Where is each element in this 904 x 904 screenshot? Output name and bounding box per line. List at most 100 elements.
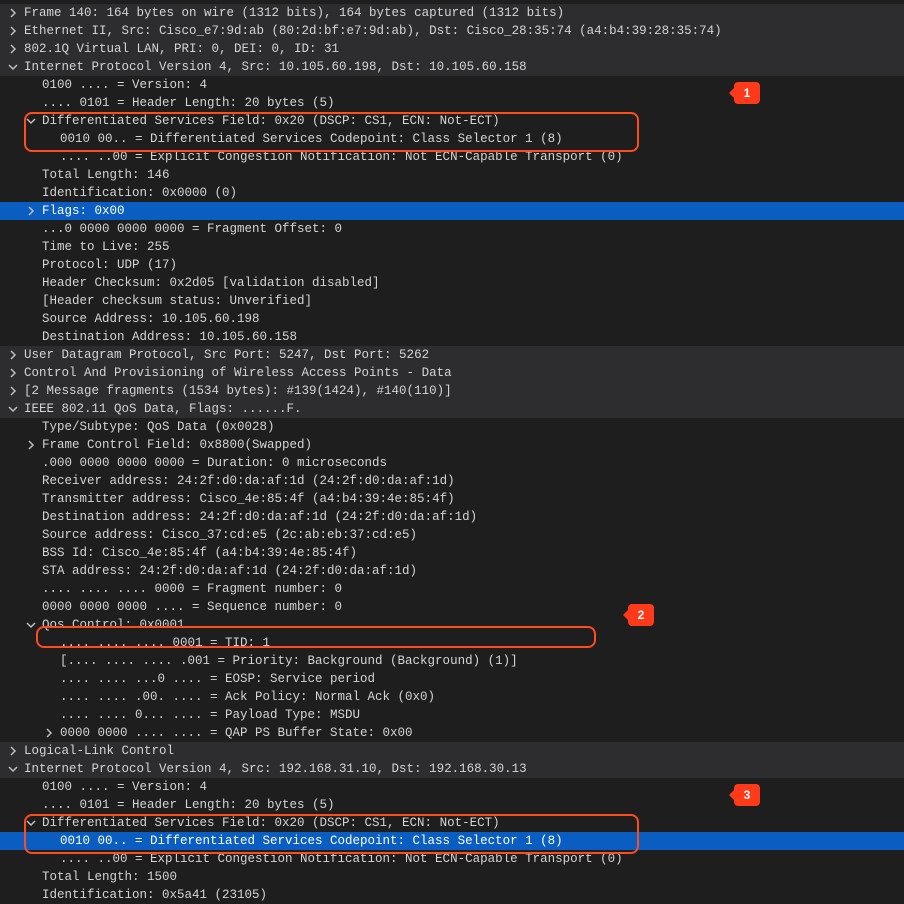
row-text: Header Checksum: 0x2d05 [validation disa… — [42, 274, 380, 292]
chevron-down-icon[interactable] — [6, 60, 20, 74]
row-text: STA address: 24:2f:d0:da:af:1d (24:2f:d0… — [42, 562, 417, 580]
tree-row[interactable]: BSS Id: Cisco_4e:85:4f (a4:b4:39:4e:85:4… — [0, 544, 904, 562]
chevron-right-icon[interactable] — [42, 726, 56, 740]
tree-row[interactable]: .... .... ...0 .... = EOSP: Service peri… — [0, 670, 904, 688]
tree-row[interactable]: Control And Provisioning of Wireless Acc… — [0, 364, 904, 382]
tree-row[interactable]: ...0 0000 0000 0000 = Fragment Offset: 0 — [0, 220, 904, 238]
tree-row[interactable]: Differentiated Services Field: 0x20 (DSC… — [0, 112, 904, 130]
tree-row[interactable]: 0100 .... = Version: 4 — [0, 778, 904, 796]
tree-row[interactable]: Logical-Link Control — [0, 742, 904, 760]
tree-row[interactable]: Frame Control Field: 0x8800(Swapped) — [0, 436, 904, 454]
tree-row[interactable]: .000 0000 0000 0000 = Duration: 0 micros… — [0, 454, 904, 472]
tree-row[interactable]: Identification: 0x0000 (0) — [0, 184, 904, 202]
row-text: Internet Protocol Version 4, Src: 10.105… — [24, 58, 527, 76]
tree-row[interactable]: [2 Message fragments (1534 bytes): #139(… — [0, 382, 904, 400]
tree-row[interactable]: Flags: 0x00 — [0, 202, 904, 220]
tree-row[interactable]: Identification: 0x5a41 (23105) — [0, 886, 904, 904]
tree-row[interactable]: .... .... .00. .... = Ack Policy: Normal… — [0, 688, 904, 706]
tree-row[interactable]: Destination Address: 10.105.60.158 — [0, 328, 904, 346]
tree-row[interactable]: .... ..00 = Explicit Congestion Notifica… — [0, 850, 904, 868]
tree-row[interactable]: Type/Subtype: QoS Data (0x0028) — [0, 418, 904, 436]
row-text: 0000 0000 .... .... = QAP PS Buffer Stat… — [60, 724, 413, 742]
tree-row[interactable]: 0000 0000 .... .... = QAP PS Buffer Stat… — [0, 724, 904, 742]
row-text: IEEE 802.11 QoS Data, Flags: ......F. — [24, 400, 302, 418]
tree-row[interactable]: Protocol: UDP (17) — [0, 256, 904, 274]
row-text: .... 0101 = Header Length: 20 bytes (5) — [42, 94, 335, 112]
row-text: 0010 00.. = Differentiated Services Code… — [60, 130, 563, 148]
tree-row[interactable]: Ethernet II, Src: Cisco_e7:9d:ab (80:2d:… — [0, 22, 904, 40]
tree-row[interactable]: [Header checksum status: Unverified] — [0, 292, 904, 310]
tree-row[interactable]: Destination address: 24:2f:d0:da:af:1d (… — [0, 508, 904, 526]
tree-row[interactable]: Internet Protocol Version 4, Src: 192.16… — [0, 760, 904, 778]
chevron-right-icon[interactable] — [6, 744, 20, 758]
row-text: .... .... .... 0001 = TID: 1 — [60, 634, 270, 652]
row-text: .... ..00 = Explicit Congestion Notifica… — [60, 850, 623, 868]
tree-row[interactable]: .... .... .... 0001 = TID: 1 — [0, 634, 904, 652]
tree-row[interactable]: .... ..00 = Explicit Congestion Notifica… — [0, 148, 904, 166]
row-text: Destination address: 24:2f:d0:da:af:1d (… — [42, 508, 477, 526]
tree-row[interactable]: 802.1Q Virtual LAN, PRI: 0, DEI: 0, ID: … — [0, 40, 904, 58]
tree-row[interactable]: Time to Live: 255 — [0, 238, 904, 256]
tree-row[interactable]: Internet Protocol Version 4, Src: 10.105… — [0, 58, 904, 76]
chevron-right-icon[interactable] — [6, 384, 20, 398]
row-text: Internet Protocol Version 4, Src: 192.16… — [24, 760, 527, 778]
tree-row[interactable]: Total Length: 146 — [0, 166, 904, 184]
tree-row[interactable]: [.... .... .... .001 = Priority: Backgro… — [0, 652, 904, 670]
row-text: Logical-Link Control — [24, 742, 174, 760]
row-text: User Datagram Protocol, Src Port: 5247, … — [24, 346, 429, 364]
row-text: Differentiated Services Field: 0x20 (DSC… — [42, 112, 500, 130]
tree-row[interactable]: 0100 .... = Version: 4 — [0, 76, 904, 94]
row-text: Receiver address: 24:2f:d0:da:af:1d (24:… — [42, 472, 455, 490]
row-text: BSS Id: Cisco_4e:85:4f (a4:b4:39:4e:85:4… — [42, 544, 357, 562]
chevron-right-icon[interactable] — [24, 438, 38, 452]
chevron-right-icon[interactable] — [6, 366, 20, 380]
row-text: .... .... .00. .... = Ack Policy: Normal… — [60, 688, 435, 706]
tree-row[interactable]: IEEE 802.11 QoS Data, Flags: ......F. — [0, 400, 904, 418]
tree-row[interactable]: 0010 00.. = Differentiated Services Code… — [0, 832, 904, 850]
row-text: .000 0000 0000 0000 = Duration: 0 micros… — [42, 454, 387, 472]
tree-row[interactable]: .... 0101 = Header Length: 20 bytes (5) — [0, 796, 904, 814]
row-text: Ethernet II, Src: Cisco_e7:9d:ab (80:2d:… — [24, 22, 722, 40]
tree-row[interactable]: Source address: Cisco_37:cd:e5 (2c:ab:eb… — [0, 526, 904, 544]
row-text: 0010 00.. = Differentiated Services Code… — [60, 832, 563, 850]
tree-row[interactable]: User Datagram Protocol, Src Port: 5247, … — [0, 346, 904, 364]
row-text: Time to Live: 255 — [42, 238, 170, 256]
chevron-down-icon[interactable] — [24, 114, 38, 128]
tree-row[interactable]: .... .... 0... .... = Payload Type: MSDU — [0, 706, 904, 724]
chevron-right-icon[interactable] — [24, 204, 38, 218]
row-text: Flags: 0x00 — [42, 202, 125, 220]
packet-details-panel[interactable]: Frame 140: 164 bytes on wire (1312 bits)… — [0, 4, 904, 904]
tree-row[interactable]: Source Address: 10.105.60.198 — [0, 310, 904, 328]
tree-row[interactable]: Qos Control: 0x0001 — [0, 616, 904, 634]
row-text: [2 Message fragments (1534 bytes): #139(… — [24, 382, 452, 400]
row-text: 0000 0000 0000 .... = Sequence number: 0 — [42, 598, 342, 616]
row-text: .... .... .... 0000 = Fragment number: 0 — [42, 580, 342, 598]
row-text: [Header checksum status: Unverified] — [42, 292, 312, 310]
chevron-right-icon[interactable] — [6, 348, 20, 362]
tree-row[interactable]: .... 0101 = Header Length: 20 bytes (5) — [0, 94, 904, 112]
row-text: Qos Control: 0x0001 — [42, 616, 185, 634]
chevron-down-icon[interactable] — [24, 816, 38, 830]
tree-row[interactable]: 0010 00.. = Differentiated Services Code… — [0, 130, 904, 148]
tree-row[interactable]: .... .... .... 0000 = Fragment number: 0 — [0, 580, 904, 598]
tree-row[interactable]: Transmitter address: Cisco_4e:85:4f (a4:… — [0, 490, 904, 508]
row-text: Type/Subtype: QoS Data (0x0028) — [42, 418, 275, 436]
tree-row[interactable]: 0000 0000 0000 .... = Sequence number: 0 — [0, 598, 904, 616]
row-text: .... 0101 = Header Length: 20 bytes (5) — [42, 796, 335, 814]
tree-row[interactable]: STA address: 24:2f:d0:da:af:1d (24:2f:d0… — [0, 562, 904, 580]
tree-row[interactable]: Differentiated Services Field: 0x20 (DSC… — [0, 814, 904, 832]
tree-row[interactable]: Receiver address: 24:2f:d0:da:af:1d (24:… — [0, 472, 904, 490]
row-text: Transmitter address: Cisco_4e:85:4f (a4:… — [42, 490, 455, 508]
row-text: .... .... 0... .... = Payload Type: MSDU — [60, 706, 360, 724]
chevron-down-icon[interactable] — [6, 762, 20, 776]
chevron-down-icon[interactable] — [6, 402, 20, 416]
chevron-right-icon[interactable] — [6, 42, 20, 56]
row-text: Identification: 0x5a41 (23105) — [42, 886, 267, 904]
tree-row[interactable]: Frame 140: 164 bytes on wire (1312 bits)… — [0, 4, 904, 22]
row-text: Source address: Cisco_37:cd:e5 (2c:ab:eb… — [42, 526, 417, 544]
tree-row[interactable]: Header Checksum: 0x2d05 [validation disa… — [0, 274, 904, 292]
chevron-down-icon[interactable] — [24, 618, 38, 632]
chevron-right-icon[interactable] — [6, 24, 20, 38]
chevron-right-icon[interactable] — [6, 6, 20, 20]
tree-row[interactable]: Total Length: 1500 — [0, 868, 904, 886]
